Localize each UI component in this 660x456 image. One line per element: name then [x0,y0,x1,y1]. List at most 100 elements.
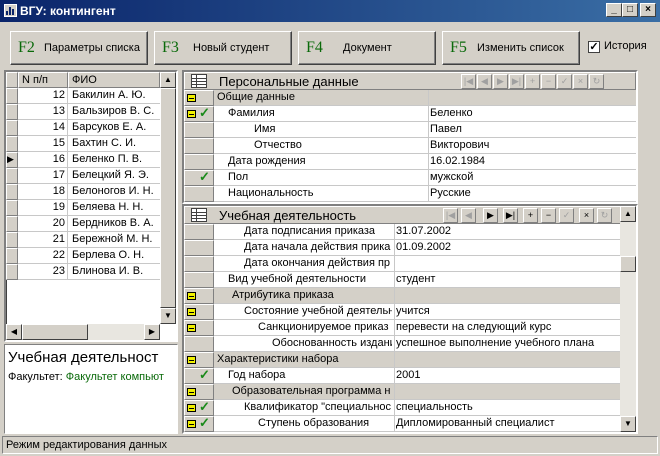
property-row[interactable]: Год набора 2001 [214,368,620,384]
row-gutter[interactable]: ✓ [184,105,214,122]
hscroll-thumb[interactable] [22,324,88,340]
row-gutter[interactable] [184,288,214,304]
property-row[interactable]: Состояние учебной деятельн учится [214,304,620,320]
table-row[interactable]: 16 Беленко П. В. [18,152,160,168]
row-gutter[interactable]: ✓ [184,399,214,416]
property-row[interactable]: Вид учебной деятельности студент [214,272,620,288]
property-row[interactable]: Обоснованность издани успешное выполнение… [214,336,620,352]
property-value[interactable]: перевести на следующий курс [396,321,618,333]
scroll-right-arrow-icon[interactable]: ▶ [144,324,160,340]
property-value[interactable]: Русские [430,187,634,199]
row-indicator[interactable] [6,216,18,232]
scroll-down-arrow-icon[interactable]: ▼ [160,308,176,324]
study-vertical-scrollbar[interactable]: ▲ ▼ [620,206,636,432]
scroll-thumb[interactable] [160,88,176,308]
row-gutter[interactable] [184,122,214,138]
property-value[interactable]: Дипломированный специалист [396,417,618,429]
row-gutter[interactable] [184,256,214,272]
first-record-icon[interactable]: |◀ [443,208,458,223]
close-button[interactable]: × [640,3,656,17]
row-gutter[interactable] [184,186,214,202]
change-list-button[interactable]: F5 Изменить список [442,31,580,65]
scroll-up-arrow-icon[interactable]: ▲ [620,206,636,222]
scroll-up-arrow-icon[interactable]: ▲ [160,72,176,88]
column-header-number[interactable]: N п/п [18,72,68,88]
row-indicator[interactable] [6,200,18,216]
property-row[interactable]: Дата начала действия прика 01.09.2002 [214,240,620,256]
property-row[interactable]: Дата рождения 16.02.1984 [214,154,636,170]
list-params-button[interactable]: F2 Параметры списка [10,31,148,65]
post-record-icon[interactable]: ✓ [559,208,574,223]
row-gutter[interactable] [184,384,214,400]
row-gutter[interactable] [184,90,214,106]
last-record-icon[interactable]: ▶| [509,74,524,89]
row-gutter[interactable]: ✓ [184,367,214,384]
insert-record-icon[interactable]: + [523,208,538,223]
property-value[interactable]: 2001 [396,369,618,381]
row-gutter[interactable]: ✓ [184,169,214,186]
row-indicator[interactable] [6,136,18,152]
current-row-indicator-icon[interactable]: ▶ [6,152,18,168]
table-row[interactable]: 15 Бахтин С. И. [18,136,160,152]
table-row[interactable]: 14 Барсуков Е. А. [18,120,160,136]
row-gutter[interactable]: ✓ [184,415,214,432]
property-row[interactable]: Санкционируемое приказ перевести на следу… [214,320,620,336]
row-indicator[interactable] [6,88,18,104]
column-header-name[interactable]: ФИО [68,72,160,88]
last-record-icon[interactable]: ▶| [503,208,518,223]
table-row[interactable]: 21 Бережной М. Н. [18,232,160,248]
scroll-left-arrow-icon[interactable]: ◀ [6,324,22,340]
property-value[interactable]: 01.09.2002 [396,241,618,253]
table-row[interactable]: 17 Белецкий Я. Э. [18,168,160,184]
row-indicator[interactable] [6,184,18,200]
row-gutter[interactable] [184,154,214,170]
row-indicator[interactable] [6,120,18,136]
row-gutter[interactable] [184,224,214,240]
group-row[interactable]: Образовательная программа н [214,384,620,400]
property-row[interactable]: Дата подписания приказа 31.07.2002 [214,224,620,240]
table-row[interactable]: 22 Берлева О. Н. [18,248,160,264]
document-button[interactable]: F4 Документ [298,31,436,65]
property-value[interactable]: учится [396,305,618,317]
table-row[interactable]: 13 Бальзиров В. С. [18,104,160,120]
row-gutter[interactable] [184,320,214,336]
student-list-grid[interactable]: N п/п ФИО 12 Бакилин А. Ю. 13 Бальзиров В. … [4,70,178,342]
prior-record-icon[interactable]: ◀ [477,74,492,89]
row-gutter[interactable] [184,304,214,320]
next-record-icon[interactable]: ▶ [483,208,498,223]
property-value[interactable]: Павел [430,123,634,135]
delete-record-icon[interactable]: − [541,74,556,89]
scroll-thumb[interactable] [620,256,636,272]
table-row[interactable]: 18 Белоногов И. Н. [18,184,160,200]
next-record-icon[interactable]: ▶ [493,74,508,89]
property-value[interactable]: специальность [396,401,618,413]
row-gutter[interactable] [184,272,214,288]
row-gutter[interactable] [184,138,214,154]
row-gutter[interactable] [184,240,214,256]
property-value[interactable]: успешное выполнение учебного плана [396,337,618,349]
property-value[interactable]: Беленко [430,107,634,119]
row-gutter[interactable] [184,336,214,352]
group-row[interactable]: Характеристики набора [214,352,620,368]
property-row[interactable]: Ступень образования Дипломированный специ… [214,416,620,432]
refresh-icon[interactable]: ↻ [589,74,604,89]
history-checkbox[interactable]: ✓ [588,41,600,53]
minimize-button[interactable]: _ [606,3,622,17]
property-row[interactable]: Квалификатор "специальнос специальность [214,400,620,416]
table-row[interactable]: 23 Блинова И. В. [18,264,160,280]
group-row[interactable]: Атрибутика приказа [214,288,620,304]
property-row[interactable]: Отчество Викторович [214,138,636,154]
maximize-button[interactable]: □ [622,3,638,17]
post-record-icon[interactable]: ✓ [557,74,572,89]
list-vertical-scrollbar[interactable]: ▲ ▼ [160,72,176,324]
property-value[interactable]: студент [396,273,618,285]
property-value[interactable]: мужской [430,171,634,183]
property-row[interactable]: Фамилия Беленко [214,106,636,122]
prior-record-icon[interactable]: ◀ [461,208,476,223]
property-value[interactable]: Викторович [430,139,634,151]
group-row[interactable]: Общие данные [214,90,636,106]
new-student-button[interactable]: F3 Новый студент [154,31,292,65]
cancel-record-icon[interactable]: × [573,74,588,89]
delete-record-icon[interactable]: − [541,208,556,223]
table-row[interactable]: 12 Бакилин А. Ю. [18,88,160,104]
